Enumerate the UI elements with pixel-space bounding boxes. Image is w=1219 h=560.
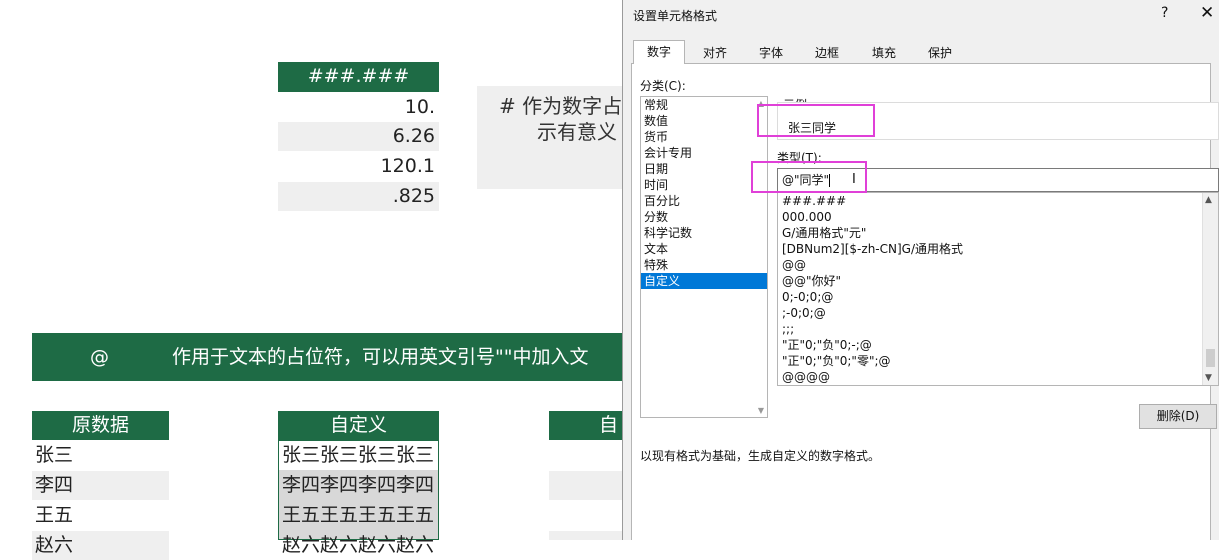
- col-header-custom[interactable]: 自定义: [278, 411, 439, 440]
- data-cell-original[interactable]: 李四: [32, 471, 169, 500]
- delete-button[interactable]: 删除(D): [1139, 404, 1217, 429]
- close-button[interactable]: ✕: [1200, 3, 1214, 23]
- format-item[interactable]: "正"0;"负"0;"零";@: [778, 353, 1218, 369]
- format-item[interactable]: 0;-0;0;@: [778, 289, 1218, 305]
- format-list-scrollbar[interactable]: ▲ ▼: [1202, 193, 1218, 385]
- category-item[interactable]: 日期: [641, 161, 767, 177]
- format-item[interactable]: ;;;: [778, 321, 1218, 337]
- category-item[interactable]: 时间: [641, 177, 767, 193]
- category-item[interactable]: 科学记数: [641, 225, 767, 241]
- help-button[interactable]: ?: [1161, 5, 1168, 21]
- data-cell-custom[interactable]: 张三张三张三张三: [279, 441, 438, 470]
- format-item[interactable]: ;-0;0;@: [778, 305, 1218, 321]
- description-text: 以现有格式为基础，生成自定义的数字格式。: [640, 449, 881, 463]
- sheet-area: ###.### 10. 6.26 120.1 .825 # 作为数字占 示有意义…: [0, 0, 622, 560]
- note-box: # 作为数字占 示有意义: [477, 86, 622, 189]
- category-item-selected[interactable]: 自定义: [641, 273, 767, 289]
- data-cell-original[interactable]: 王五: [32, 501, 169, 530]
- category-item[interactable]: 百分比: [641, 193, 767, 209]
- category-item[interactable]: 货币: [641, 129, 767, 145]
- format-cells-dialog: 设置单元格格式 ? ✕ 数字 对齐 字体 边框 填充 保护 分类(C): 常规 …: [622, 0, 1219, 540]
- scroll-down-icon[interactable]: ▼: [1205, 373, 1212, 383]
- format-item[interactable]: ###.###: [778, 193, 1218, 209]
- tab-alignment[interactable]: 对齐: [689, 41, 741, 64]
- category-item[interactable]: 常规: [641, 97, 767, 113]
- format-item[interactable]: "正"0;"负"0;-;@: [778, 337, 1218, 353]
- tab-font[interactable]: 字体: [745, 41, 797, 64]
- format-list[interactable]: ###.### 000.000 G/通用格式"元" [DBNum2][$-zh-…: [777, 192, 1219, 386]
- tab-protection[interactable]: 保护: [914, 41, 966, 64]
- scroll-down-icon[interactable]: ▼: [758, 406, 764, 415]
- format-value-cell[interactable]: .825: [278, 182, 439, 211]
- data-cell-original[interactable]: 张三: [32, 441, 169, 470]
- col-header-custom-2-text: 自: [599, 414, 619, 436]
- category-item[interactable]: 文本: [641, 241, 767, 257]
- tab-fill[interactable]: 填充: [858, 41, 910, 64]
- category-label: 分类(C):: [640, 79, 686, 93]
- type-highlight-box: [751, 161, 867, 193]
- banner-row: @ 作用于文本的占位符，可以用英文引号""中加入文: [32, 333, 622, 381]
- col-header-custom-2[interactable]: 自: [549, 411, 622, 440]
- data-cell-custom[interactable]: 李四李四李四李四: [279, 471, 438, 500]
- banner-symbol: @: [90, 346, 109, 368]
- category-item[interactable]: 分数: [641, 209, 767, 225]
- format-item[interactable]: @@: [778, 257, 1218, 273]
- format-value-cell[interactable]: 10.: [278, 93, 439, 122]
- tab-number[interactable]: 数字: [633, 40, 685, 65]
- sample-highlight-box: [757, 104, 875, 137]
- category-item[interactable]: 数值: [641, 113, 767, 129]
- dialog-title: 设置单元格格式: [633, 9, 718, 23]
- category-item[interactable]: 会计专用: [641, 145, 767, 161]
- format-item[interactable]: @@@@: [778, 369, 1218, 385]
- tab-bar: 数字 对齐 字体 边框 填充 保护: [631, 40, 1211, 65]
- col-header-original[interactable]: 原数据: [32, 411, 169, 440]
- data-cell-original[interactable]: 赵六: [32, 531, 169, 560]
- note-line: 示有意义: [537, 120, 617, 144]
- data-cell-custom[interactable]: 王五王五王五王五: [279, 501, 438, 530]
- format-item[interactable]: [DBNum2][$-zh-CN]G/通用格式: [778, 241, 1218, 257]
- gray-cell[interactable]: [549, 471, 622, 500]
- category-list[interactable]: 常规 数值 货币 会计专用 日期 时间 百分比 分数 科学记数 文本 特殊 自定…: [640, 96, 768, 418]
- format-value-cell[interactable]: 120.1: [278, 152, 439, 181]
- format-item[interactable]: G/通用格式"元": [778, 225, 1218, 241]
- data-cell-custom[interactable]: 赵六赵六赵六赵六: [279, 531, 438, 560]
- banner-text: 作用于文本的占位符，可以用英文引号""中加入文: [172, 346, 589, 368]
- category-item[interactable]: 特殊: [641, 257, 767, 273]
- gray-cell[interactable]: [549, 531, 622, 540]
- scroll-thumb[interactable]: [1206, 349, 1215, 367]
- format-item[interactable]: 000.000: [778, 209, 1218, 225]
- note-line: # 作为数字占: [499, 94, 623, 118]
- format-item[interactable]: @@"你好": [778, 273, 1218, 289]
- format-header-cell[interactable]: ###.###: [278, 62, 439, 92]
- tab-border[interactable]: 边框: [801, 41, 853, 64]
- format-value-cell[interactable]: 6.26: [278, 122, 439, 151]
- scroll-up-icon[interactable]: ▲: [1205, 195, 1212, 205]
